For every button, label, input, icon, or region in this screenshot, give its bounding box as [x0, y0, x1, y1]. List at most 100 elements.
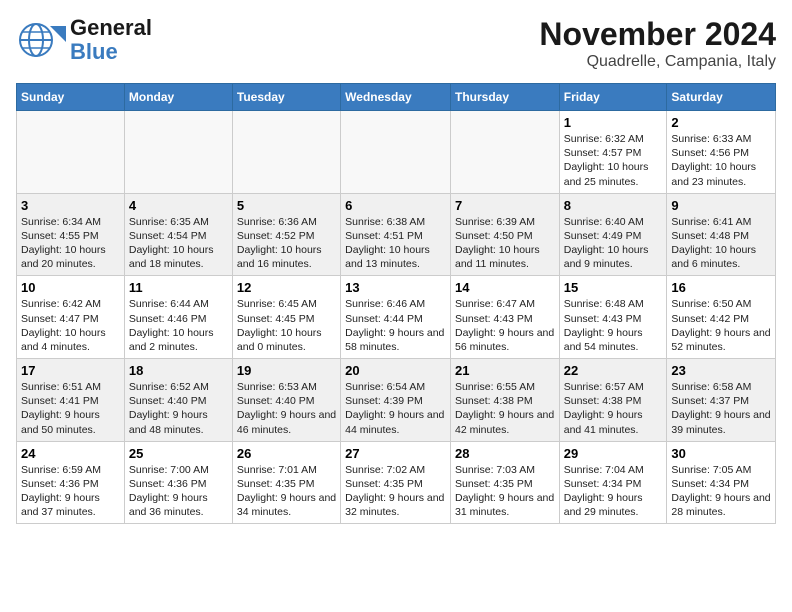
day-number: 9 — [671, 198, 771, 213]
calendar-cell: 9Sunrise: 6:41 AM Sunset: 4:48 PM Daylig… — [667, 193, 776, 276]
logo-blue: Blue — [70, 40, 152, 64]
calendar-cell: 26Sunrise: 7:01 AM Sunset: 4:35 PM Dayli… — [232, 441, 340, 524]
calendar-cell: 2 Sunrise: 6:33 AM Sunset: 4:56 PM Daylig… — [667, 111, 776, 194]
calendar-table: SundayMondayTuesdayWednesdayThursdayFrid… — [16, 83, 776, 524]
day-number: 27 — [345, 446, 446, 461]
day-info: Sunrise: 6:58 AM Sunset: 4:37 PM Dayligh… — [671, 380, 771, 437]
calendar-cell: 27 Sunrise: 7:02 AM Sunset: 4:35 PM Dayli… — [341, 441, 451, 524]
calendar-week-4: 17 Sunrise: 6:51 AM Sunset: 4:41 PM Dayli… — [17, 359, 776, 442]
calendar-cell: 23 Sunrise: 6:58 AM Sunset: 4:37 PM Dayli… — [667, 359, 776, 442]
calendar-cell: 21 Sunrise: 6:55 AM Sunset: 4:38 PM Dayli… — [450, 359, 559, 442]
day-number: 24 — [21, 446, 120, 461]
calendar-cell: 10 Sunrise: 6:42 AM Sunset: 4:47 PM Dayli… — [17, 276, 125, 359]
calendar-cell — [232, 111, 340, 194]
day-number: 29 — [564, 446, 663, 461]
calendar-cell — [124, 111, 232, 194]
calendar-cell — [341, 111, 451, 194]
calendar-week-1: 1 Sunrise: 6:32 AM Sunset: 4:57 PM Daylig… — [17, 111, 776, 194]
day-info: Sunrise: 6:47 AM Sunset: 4:43 PM Dayligh… — [455, 297, 555, 354]
weekday-header-friday: Friday — [559, 84, 667, 111]
day-info: Sunrise: 7:04 AM Sunset: 4:34 PM Dayligh… — [564, 463, 663, 520]
calendar-cell: 13Sunrise: 6:46 AM Sunset: 4:44 PM Dayli… — [341, 276, 451, 359]
day-number: 8 — [564, 198, 663, 213]
day-info: Sunrise: 7:03 AM Sunset: 4:35 PM Dayligh… — [455, 463, 555, 520]
calendar-cell: 17 Sunrise: 6:51 AM Sunset: 4:41 PM Dayli… — [17, 359, 125, 442]
calendar-cell: 1 Sunrise: 6:32 AM Sunset: 4:57 PM Daylig… — [559, 111, 667, 194]
day-info: Sunrise: 6:44 AM Sunset: 4:46 PM Dayligh… — [129, 297, 228, 354]
day-info: Sunrise: 6:53 AM Sunset: 4:40 PM Dayligh… — [237, 380, 336, 437]
calendar-cell: 22 Sunrise: 6:57 AM Sunset: 4:38 PM Dayli… — [559, 359, 667, 442]
day-info: Sunrise: 6:33 AM Sunset: 4:56 PM Dayligh… — [671, 132, 771, 189]
day-number: 30 — [671, 446, 771, 461]
calendar-cell: 16Sunrise: 6:50 AM Sunset: 4:42 PM Dayli… — [667, 276, 776, 359]
day-info: Sunrise: 6:52 AM Sunset: 4:40 PM Dayligh… — [129, 380, 228, 437]
day-number: 28 — [455, 446, 555, 461]
day-number: 20 — [345, 363, 446, 378]
day-info: Sunrise: 6:38 AM Sunset: 4:51 PM Dayligh… — [345, 215, 446, 272]
day-info: Sunrise: 6:40 AM Sunset: 4:49 PM Dayligh… — [564, 215, 663, 272]
day-number: 25 — [129, 446, 228, 461]
day-number: 11 — [129, 280, 228, 295]
day-info: Sunrise: 7:00 AM Sunset: 4:36 PM Dayligh… — [129, 463, 228, 520]
day-number: 18 — [129, 363, 228, 378]
calendar-cell: 12 Sunrise: 6:45 AM Sunset: 4:45 PM Dayli… — [232, 276, 340, 359]
day-info: Sunrise: 7:02 AM Sunset: 4:35 PM Dayligh… — [345, 463, 446, 520]
calendar-week-3: 10 Sunrise: 6:42 AM Sunset: 4:47 PM Dayli… — [17, 276, 776, 359]
logo-icon — [16, 18, 68, 62]
day-number: 1 — [564, 115, 663, 130]
title-block: November 2024 Quadrelle, Campania, Italy — [539, 16, 776, 71]
calendar-cell: 5 Sunrise: 6:36 AM Sunset: 4:52 PM Daylig… — [232, 193, 340, 276]
calendar-cell: 8 Sunrise: 6:40 AM Sunset: 4:49 PM Daylig… — [559, 193, 667, 276]
day-number: 17 — [21, 363, 120, 378]
day-info: Sunrise: 6:57 AM Sunset: 4:38 PM Dayligh… — [564, 380, 663, 437]
day-number: 19 — [237, 363, 336, 378]
day-number: 14 — [455, 280, 555, 295]
day-info: Sunrise: 7:05 AM Sunset: 4:34 PM Dayligh… — [671, 463, 771, 520]
day-number: 6 — [345, 198, 446, 213]
day-info: Sunrise: 6:35 AM Sunset: 4:54 PM Dayligh… — [129, 215, 228, 272]
day-number: 26 — [237, 446, 336, 461]
calendar-week-2: 3Sunrise: 6:34 AM Sunset: 4:55 PM Daylig… — [17, 193, 776, 276]
day-info: Sunrise: 6:32 AM Sunset: 4:57 PM Dayligh… — [564, 132, 663, 189]
day-number: 7 — [455, 198, 555, 213]
day-info: Sunrise: 6:48 AM Sunset: 4:43 PM Dayligh… — [564, 297, 663, 354]
day-number: 22 — [564, 363, 663, 378]
day-info: Sunrise: 6:42 AM Sunset: 4:47 PM Dayligh… — [21, 297, 120, 354]
day-info: Sunrise: 6:39 AM Sunset: 4:50 PM Dayligh… — [455, 215, 555, 272]
day-number: 2 — [671, 115, 771, 130]
calendar-cell: 4 Sunrise: 6:35 AM Sunset: 4:54 PM Daylig… — [124, 193, 232, 276]
day-info: Sunrise: 6:55 AM Sunset: 4:38 PM Dayligh… — [455, 380, 555, 437]
calendar-cell: 14 Sunrise: 6:47 AM Sunset: 4:43 PM Dayli… — [450, 276, 559, 359]
weekday-header-saturday: Saturday — [667, 84, 776, 111]
day-number: 13 — [345, 280, 446, 295]
weekday-header-tuesday: Tuesday — [232, 84, 340, 111]
day-number: 21 — [455, 363, 555, 378]
calendar-cell: 29 Sunrise: 7:04 AM Sunset: 4:34 PM Dayli… — [559, 441, 667, 524]
page-header: General Blue November 2024 Quadrelle, Ca… — [16, 16, 776, 71]
day-info: Sunrise: 6:36 AM Sunset: 4:52 PM Dayligh… — [237, 215, 336, 272]
calendar-cell: 7 Sunrise: 6:39 AM Sunset: 4:50 PM Daylig… — [450, 193, 559, 276]
day-number: 16 — [671, 280, 771, 295]
page-title: November 2024 — [539, 16, 776, 53]
day-number: 10 — [21, 280, 120, 295]
calendar-cell: 19 Sunrise: 6:53 AM Sunset: 4:40 PM Dayli… — [232, 359, 340, 442]
calendar-cell: 28 Sunrise: 7:03 AM Sunset: 4:35 PM Dayli… — [450, 441, 559, 524]
calendar-cell: 20Sunrise: 6:54 AM Sunset: 4:39 PM Dayli… — [341, 359, 451, 442]
weekday-header-thursday: Thursday — [450, 84, 559, 111]
day-info: Sunrise: 6:45 AM Sunset: 4:45 PM Dayligh… — [237, 297, 336, 354]
day-info: Sunrise: 6:51 AM Sunset: 4:41 PM Dayligh… — [21, 380, 120, 437]
day-number: 4 — [129, 198, 228, 213]
calendar-cell: 3Sunrise: 6:34 AM Sunset: 4:55 PM Daylig… — [17, 193, 125, 276]
day-number: 15 — [564, 280, 663, 295]
day-number: 5 — [237, 198, 336, 213]
calendar-cell: 15 Sunrise: 6:48 AM Sunset: 4:43 PM Dayli… — [559, 276, 667, 359]
calendar-cell: 11 Sunrise: 6:44 AM Sunset: 4:46 PM Dayli… — [124, 276, 232, 359]
calendar-cell: 25 Sunrise: 7:00 AM Sunset: 4:36 PM Dayli… — [124, 441, 232, 524]
day-number: 23 — [671, 363, 771, 378]
calendar-cell: 30 Sunrise: 7:05 AM Sunset: 4:34 PM Dayli… — [667, 441, 776, 524]
logo: General Blue — [16, 16, 152, 64]
day-number: 12 — [237, 280, 336, 295]
page-subtitle: Quadrelle, Campania, Italy — [539, 53, 776, 71]
day-number: 3 — [21, 198, 120, 213]
calendar-cell: 24Sunrise: 6:59 AM Sunset: 4:36 PM Dayli… — [17, 441, 125, 524]
